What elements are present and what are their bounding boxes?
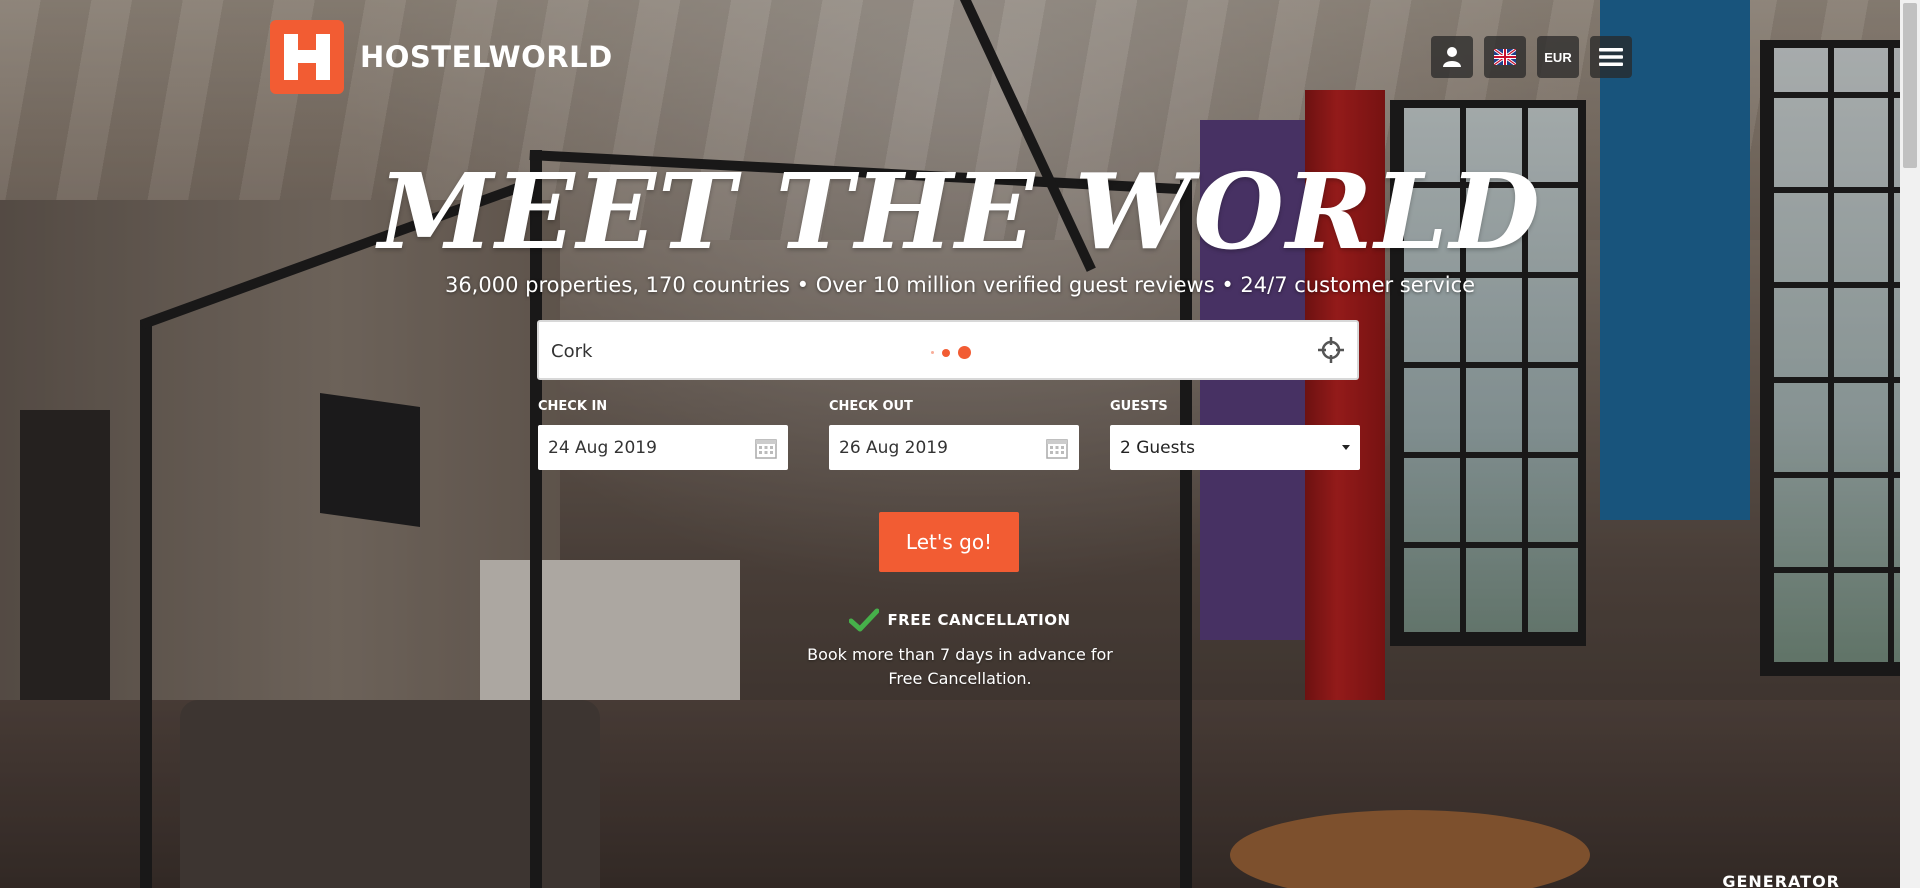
free-cancellation-line-1: Book more than 7 days in advance for: [807, 645, 1113, 664]
check-out-label: Check Out: [829, 399, 913, 414]
check-out-value: 26 Aug 2019: [839, 437, 948, 458]
hostelworld-wordmark: HOSTELWORLD: [360, 40, 613, 74]
language-button[interactable]: [1484, 36, 1526, 78]
hero-subtitle: 36,000 properties, 170 countries • Over …: [444, 273, 1476, 297]
menu-button[interactable]: [1590, 36, 1632, 78]
hero-title: Meet the World: [378, 150, 1542, 273]
free-cancellation-heading: FREE CANCELLATION: [0, 608, 1920, 632]
hostelworld-logo-mark-icon: [270, 20, 344, 94]
header-nav: EUR: [1431, 36, 1632, 78]
calendar-icon: [755, 438, 777, 459]
guests-label: Guests: [1110, 399, 1168, 414]
check-in-field[interactable]: 24 Aug 2019: [538, 425, 788, 470]
user-icon: [1443, 47, 1461, 67]
page: HOSTELWORLD EUR MEET THE WORLD 36,000 pr…: [0, 0, 1920, 888]
destination-input[interactable]: [549, 322, 1253, 380]
crosshair-icon[interactable]: [1317, 336, 1345, 364]
free-cancellation-title: FREE CANCELLATION: [887, 611, 1071, 629]
generator-label: GENERATOR: [1722, 872, 1840, 888]
chevron-down-icon: [1342, 445, 1350, 450]
scrollbar-thumb[interactable]: [1903, 3, 1917, 168]
checkmark-icon: [849, 608, 880, 632]
check-in-label: Check In: [538, 399, 608, 414]
free-cancellation-line-2: Free Cancellation.: [888, 669, 1032, 688]
destination-search[interactable]: [537, 320, 1359, 380]
check-out-field[interactable]: 26 Aug 2019: [829, 425, 1079, 470]
currency-button[interactable]: EUR: [1537, 36, 1579, 78]
free-cancellation-description: Book more than 7 days in advance for Fre…: [0, 643, 1920, 691]
hostelworld-logo[interactable]: HOSTELWORLD: [270, 20, 613, 94]
check-in-value: 24 Aug 2019: [548, 437, 657, 458]
guests-value: 2 Guests: [1120, 437, 1196, 458]
account-button[interactable]: [1431, 36, 1473, 78]
uk-flag-icon: [1494, 49, 1516, 65]
hamburger-menu-icon: [1599, 48, 1623, 66]
loading-indicator: [931, 346, 971, 359]
guests-select[interactable]: 2 Guests: [1110, 425, 1360, 470]
property-badge: GENERATOR: [1722, 872, 1840, 888]
page-scrollbar[interactable]: [1900, 0, 1920, 888]
calendar-icon: [1046, 438, 1068, 459]
lets-go-button[interactable]: Let's go!: [879, 512, 1019, 572]
